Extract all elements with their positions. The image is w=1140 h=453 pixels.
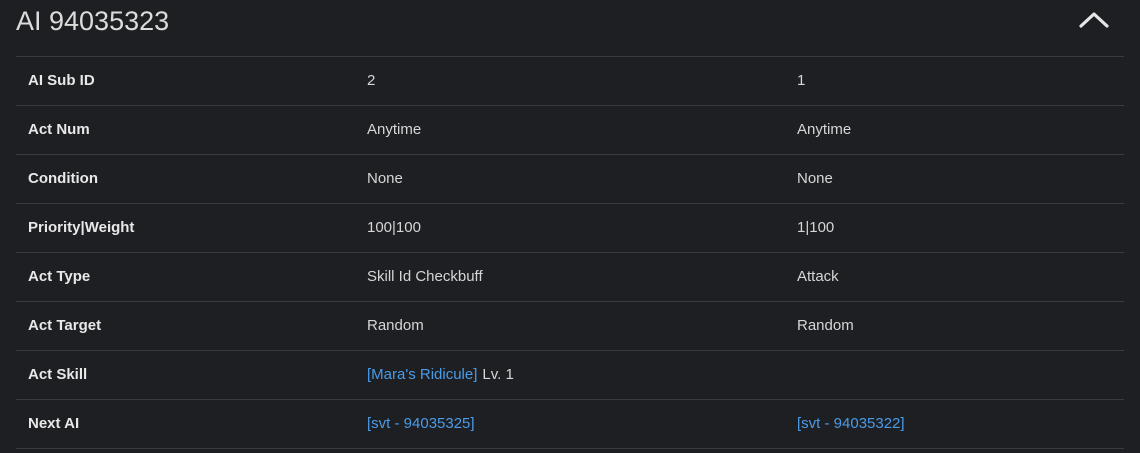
row-label: Act Num (28, 121, 90, 138)
row-label: Act Target (28, 317, 102, 334)
row-label: Act Skill (28, 366, 88, 383)
table-row: Act Type Skill Id Checkbuff Attack (16, 253, 1124, 302)
row-value: 1|100 (797, 219, 835, 236)
row-value: Attack (797, 268, 839, 285)
row-value: Random (367, 317, 424, 334)
next-ai-cell: [svt - 94035322] (797, 400, 905, 448)
skill-link[interactable]: [Mara's Ridicule] (367, 366, 477, 383)
row-value: 2 (367, 72, 376, 89)
table-row: Priority|Weight 100|100 1|100 (16, 204, 1124, 253)
row-value: Anytime (367, 121, 422, 138)
next-ai-link[interactable]: [svt - 94035322] (797, 415, 905, 432)
chevron-up-icon (1079, 12, 1109, 28)
table-row: Next AI [svt - 94035325] [svt - 94035322… (16, 400, 1124, 449)
skill-level: Lv. 1 (482, 366, 514, 383)
ai-table: AI Sub ID 2 1 Act Num Anytime Anytime Co… (16, 56, 1124, 449)
row-value: Random (797, 317, 854, 334)
collapse-button[interactable] (1074, 4, 1114, 34)
ai-header: AI 94035323 (0, 0, 1140, 56)
table-row: Act Num Anytime Anytime (16, 106, 1124, 155)
act-skill-cell: [Mara's Ridicule] Lv. 1 (367, 351, 514, 399)
table-row: Condition None None (16, 155, 1124, 204)
next-ai-link[interactable]: [svt - 94035325] (367, 415, 475, 432)
row-label: Next AI (28, 415, 80, 432)
row-value: None (797, 170, 833, 187)
next-ai-cell: [svt - 94035325] (367, 400, 475, 448)
row-value: None (367, 170, 403, 187)
row-label: Condition (28, 170, 98, 187)
table-row: AI Sub ID 2 1 (16, 57, 1124, 106)
row-value: 100|100 (367, 219, 421, 236)
row-value: Anytime (797, 121, 852, 138)
row-label: AI Sub ID (28, 72, 95, 89)
row-value: Skill Id Checkbuff (367, 268, 483, 285)
row-value: 1 (797, 72, 806, 89)
page-title: AI 94035323 (16, 6, 170, 36)
row-label: Act Type (28, 268, 91, 285)
table-row: Act Skill [Mara's Ridicule] Lv. 1 (16, 351, 1124, 400)
table-row: Act Target Random Random (16, 302, 1124, 351)
row-label: Priority|Weight (28, 219, 135, 236)
